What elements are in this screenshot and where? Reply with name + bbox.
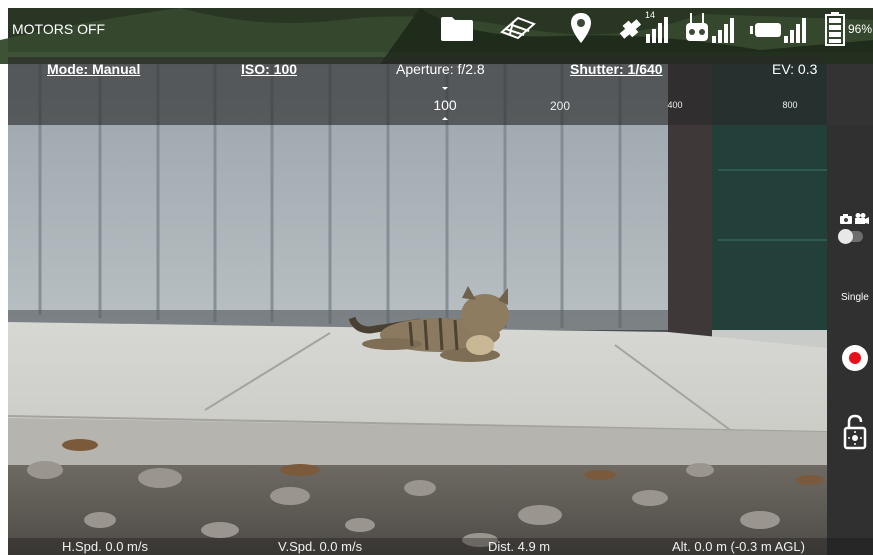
- iso-tick[interactable]: 800: [782, 100, 797, 110]
- toggle-knob: [838, 229, 853, 244]
- iso-tick[interactable]: 200: [550, 99, 570, 113]
- camera-controls-panel: Single: [827, 125, 873, 555]
- selector-arrow-up-icon: [442, 117, 448, 120]
- horizontal-speed: H.Spd. 0.0 m/s: [62, 539, 148, 554]
- camera-icon: [840, 214, 852, 224]
- motors-status: MOTORS OFF: [12, 21, 106, 37]
- battery-icon: [825, 12, 845, 46]
- video-camera-icon: [855, 213, 869, 224]
- remote-controller-signal-icon: [686, 13, 734, 43]
- video-link-signal-icon: [750, 18, 806, 43]
- top-status-bar: MOTORS OFF 14 96%: [8, 8, 873, 52]
- aperture-setting[interactable]: Aperture: f/2.8: [396, 61, 485, 77]
- exposure-lock-icon[interactable]: [843, 414, 867, 450]
- iso-scale-slider[interactable]: 100 200 400 800: [8, 82, 827, 125]
- shutter-setting[interactable]: Shutter: 1/640: [570, 61, 663, 77]
- location-pin-icon[interactable]: [570, 12, 592, 44]
- telemetry-bar: H.Spd. 0.0 m/s V.Spd. 0.0 m/s Dist. 4.9 …: [8, 538, 873, 555]
- iso-tick-selected[interactable]: 100: [433, 97, 456, 113]
- iso-setting[interactable]: ISO: 100: [241, 61, 297, 77]
- vertical-speed: V.Spd. 0.0 m/s: [278, 539, 363, 554]
- battery-percent: 96%: [848, 22, 873, 36]
- mode-setting[interactable]: Mode: Manual: [47, 61, 140, 77]
- folder-icon[interactable]: [440, 16, 474, 42]
- selector-arrow-down-icon: [442, 87, 448, 90]
- exposure-settings-bar: Mode: Manual ISO: 100 Aperture: f/2.8 Sh…: [8, 57, 827, 82]
- ev-setting[interactable]: EV: 0.3: [772, 61, 817, 77]
- satellite-map-icon[interactable]: [498, 14, 538, 42]
- distance: Dist. 4.9 m: [488, 539, 551, 554]
- satellite-signal-icon: [619, 17, 668, 43]
- capture-mode-label[interactable]: Single: [841, 292, 869, 303]
- iso-tick[interactable]: 400: [667, 100, 682, 110]
- altitude: Alt. 0.0 m (-0.3 m AGL): [672, 539, 805, 554]
- record-button-icon[interactable]: [841, 344, 869, 372]
- photo-video-toggle[interactable]: [838, 229, 863, 244]
